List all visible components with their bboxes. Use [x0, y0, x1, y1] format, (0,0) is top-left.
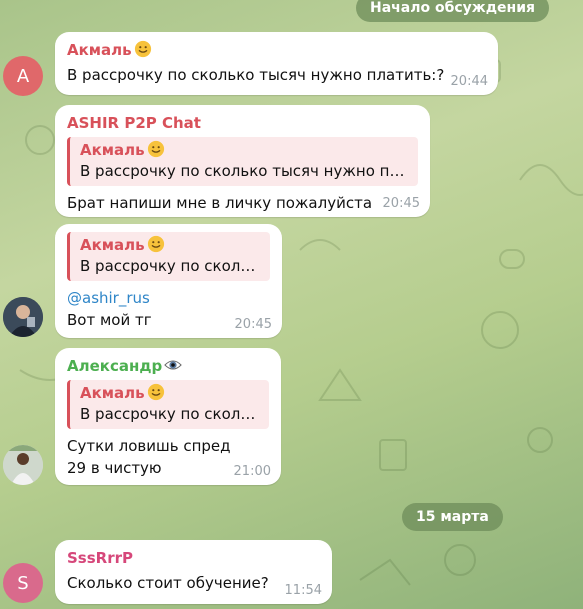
avatar-sssrrrp[interactable]: S: [3, 563, 43, 603]
user-photo-icon: [3, 297, 43, 337]
sender-name[interactable]: Александр: [67, 356, 269, 376]
message-text: Брат напиши мне в личку пожалуйста: [67, 194, 373, 212]
sender-name[interactable]: SssRrrP: [67, 548, 320, 568]
message-time: 20:45: [382, 196, 420, 211]
avatar-ashir[interactable]: [3, 297, 43, 337]
message-bubble[interactable]: Акмаль В рассрочку по сколь... @ashir_ru…: [55, 224, 282, 338]
quote-sender: Акмаль: [80, 235, 262, 255]
message-time: 20:44: [450, 74, 488, 89]
avatar-letter: А: [16, 65, 30, 87]
quote-text: В рассрочку по сколь...: [80, 405, 261, 423]
message-bubble[interactable]: ASHIR P2P Chat Акмаль В рассрочку по ско…: [55, 105, 430, 217]
smile-emoji-icon: [134, 40, 151, 58]
avatar-letter: S: [17, 572, 29, 594]
message-bubble[interactable]: SssRrrP Сколько стоит обучение? 11:54: [55, 540, 332, 604]
message-text-line: Сутки ловишь спред: [67, 437, 231, 455]
message-time: 21:00: [233, 464, 271, 479]
sender-name[interactable]: ASHIR P2P Chat: [67, 113, 418, 133]
reply-quote[interactable]: Акмаль В рассрочку по сколь...: [67, 232, 270, 281]
message-time: 11:54: [284, 583, 322, 598]
quote-text: В рассрочку по сколько тысяч нужно пл...: [80, 162, 410, 180]
user-photo-icon: [3, 445, 43, 485]
message-bubble[interactable]: Александр Акмаль В рассрочку по сколь...…: [55, 348, 281, 485]
avatar-aleksandr[interactable]: [3, 445, 43, 485]
smile-emoji-icon: [147, 235, 164, 253]
message-text: В рассрочку по сколько тысяч нужно плати…: [67, 66, 445, 84]
quote-text: В рассрочку по сколь...: [80, 257, 262, 275]
smile-emoji-icon: [147, 140, 164, 158]
message-bubble[interactable]: Акмаль В рассрочку по сколько тысяч нужн…: [55, 32, 498, 95]
message-time: 20:45: [234, 317, 272, 332]
quote-sender: Акмаль: [80, 140, 410, 160]
smile-emoji-icon: [147, 383, 164, 401]
discussion-start-pill: Начало обсуждения: [356, 0, 549, 22]
reply-quote[interactable]: Акмаль В рассрочку по сколь...: [67, 380, 269, 429]
message-text: Сколько стоит обучение?: [67, 574, 269, 592]
username-link[interactable]: @ashir_rus: [67, 287, 270, 309]
avatar-akmal[interactable]: А: [3, 56, 43, 96]
date-divider-pill: 15 марта: [402, 503, 503, 531]
sender-name[interactable]: Акмаль: [67, 40, 486, 60]
eye-emoji-icon: [164, 360, 182, 370]
reply-quote[interactable]: Акмаль В рассрочку по сколько тысяч нужн…: [67, 137, 418, 186]
quote-sender: Акмаль: [80, 383, 261, 403]
